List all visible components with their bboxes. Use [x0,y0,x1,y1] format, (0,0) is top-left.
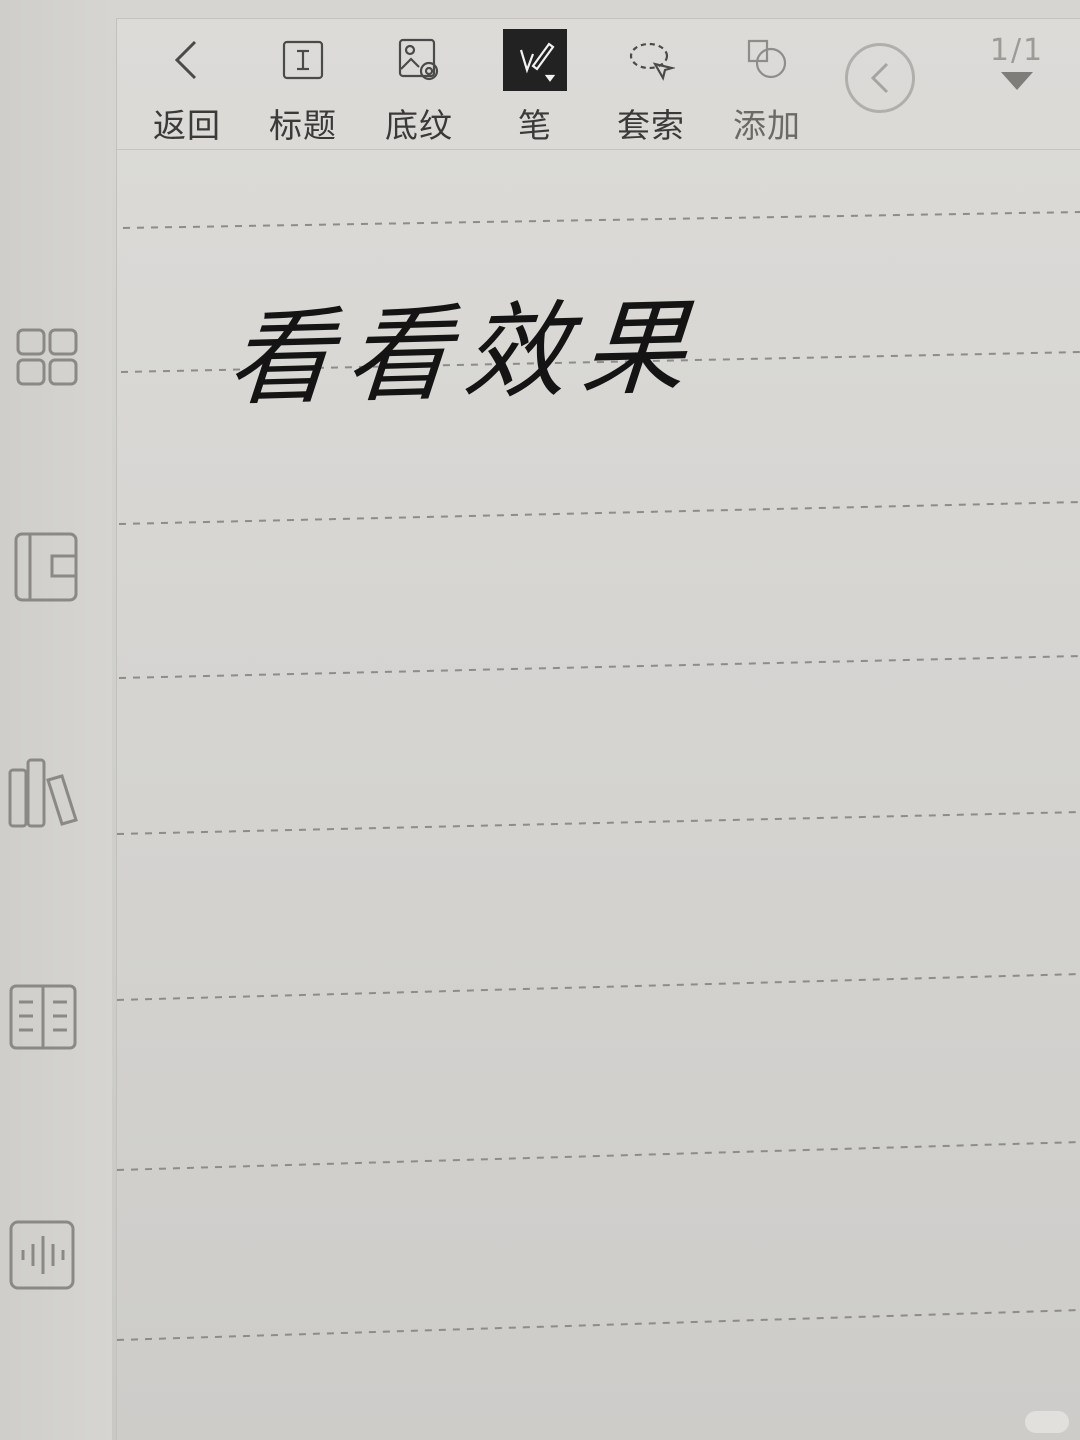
caret-down-icon [1001,72,1033,90]
book-open-icon [9,984,77,1050]
previous-page-button[interactable] [845,43,915,113]
sidebar-item-reader[interactable] [0,972,90,1062]
bookshelf-icon [8,758,78,828]
handwritten-text: 看看效果 [223,285,705,421]
chevron-left-icon [174,40,197,80]
add-button[interactable]: 添加 [717,29,817,149]
sidebar-item-library[interactable] [0,748,90,838]
page-number: 1/1 [989,33,1045,68]
background-label: 底纹 [385,106,453,145]
page-indicator[interactable]: 1/1 [977,33,1057,90]
note-screen: 返回 标题 底纹 笔 套索 添加 1/1 看看效果 [116,18,1080,1440]
title-label: 标题 [269,106,337,145]
toolbar: 返回 标题 底纹 笔 套索 添加 1/1 [117,19,1080,150]
pen-button[interactable]: 笔 [485,29,585,149]
shapes-icon [747,39,787,79]
sidebar-item-recorder[interactable] [0,1210,90,1300]
notebook-icon [14,532,78,602]
side-navigation [0,0,112,1440]
watermark-badge [1025,1411,1069,1433]
background-button[interactable]: 底纹 [369,29,469,149]
back-label: 返回 [153,106,221,145]
chevron-left-icon [870,62,889,94]
pen-icon [519,42,556,82]
title-button[interactable]: 标题 [253,29,353,149]
lasso-label: 套索 [617,106,685,145]
handwriting-canvas[interactable]: 看看效果 [116,150,1080,1440]
add-label: 添加 [733,106,801,145]
back-button[interactable]: 返回 [137,29,237,149]
grid-icon [16,328,78,386]
lasso-icon [629,42,675,81]
sidebar-item-notes[interactable] [0,522,90,612]
text-cursor-icon [282,40,324,80]
lasso-button[interactable]: 套索 [601,29,701,149]
sidebar-item-apps[interactable] [0,312,90,402]
audio-wave-icon [9,1220,75,1290]
pen-label: 笔 [518,106,552,145]
image-pattern-icon [398,38,439,81]
eink-device: 返回 标题 底纹 笔 套索 添加 1/1 看看效果 [0,0,1080,1440]
